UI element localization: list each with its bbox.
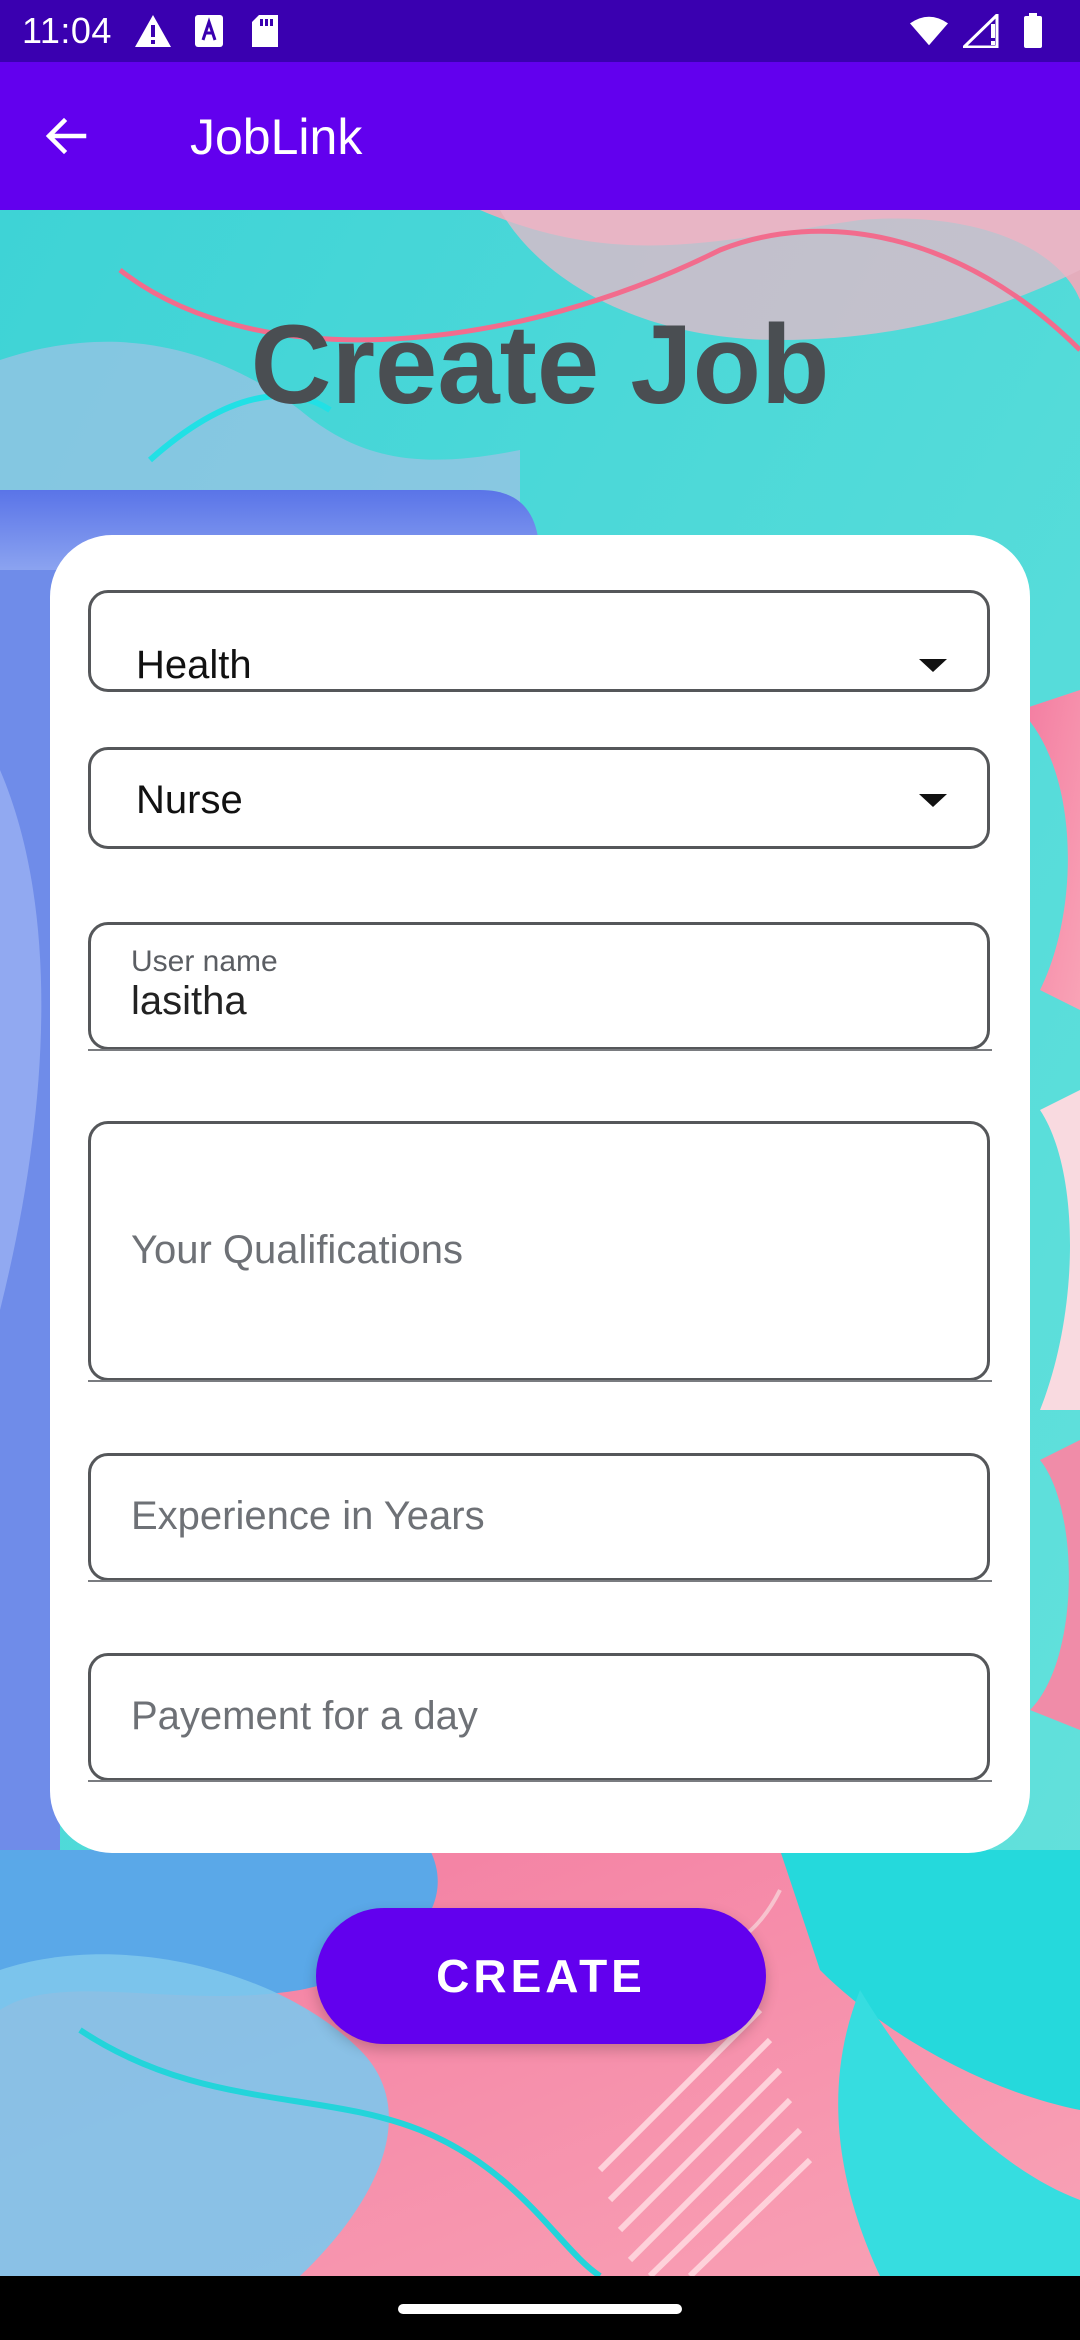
dropdown-arrow-icon — [919, 659, 947, 672]
home-gesture-handle[interactable] — [398, 2304, 682, 2314]
username-value: lasitha — [131, 979, 247, 1023]
role-spinner-value: Nurse — [136, 778, 243, 822]
status-time: 11:04 — [22, 10, 112, 51]
category-spinner[interactable]: Health — [88, 590, 990, 692]
role-spinner[interactable]: Nurse — [88, 747, 990, 849]
signal-icon — [962, 12, 1000, 50]
experience-placeholder: Experience in Years — [131, 1494, 485, 1538]
navigation-bar — [0, 2276, 1080, 2340]
sd-card-icon — [246, 12, 284, 50]
alert-icon — [134, 12, 172, 50]
a-icon — [190, 12, 228, 50]
field-underline — [88, 1049, 992, 1051]
dropdown-arrow-icon — [919, 794, 947, 807]
back-button[interactable] — [34, 104, 98, 168]
payment-field[interactable]: Payement for a day — [88, 1653, 990, 1781]
field-underline — [88, 1580, 992, 1582]
field-underline — [88, 1380, 992, 1382]
battery-icon — [1014, 12, 1052, 50]
app-bar: JobLink — [0, 62, 1080, 210]
app-title: JobLink — [190, 109, 363, 165]
experience-field[interactable]: Experience in Years — [88, 1453, 990, 1581]
qualifications-field[interactable]: Your Qualifications — [88, 1121, 990, 1381]
field-underline — [88, 1780, 992, 1782]
qualifications-placeholder: Your Qualifications — [131, 1228, 464, 1272]
wifi-icon — [910, 12, 948, 50]
status-bar: 11:04 — [0, 0, 1080, 62]
username-field[interactable]: User name lasitha — [88, 922, 990, 1050]
page-title: Create Job — [250, 302, 830, 427]
arrow-left-icon — [45, 117, 87, 155]
payment-placeholder: Payement for a day — [131, 1694, 478, 1738]
username-label: User name — [131, 945, 278, 978]
create-button[interactable]: CREATE — [316, 1908, 766, 2044]
category-spinner-value: Health — [136, 643, 252, 687]
